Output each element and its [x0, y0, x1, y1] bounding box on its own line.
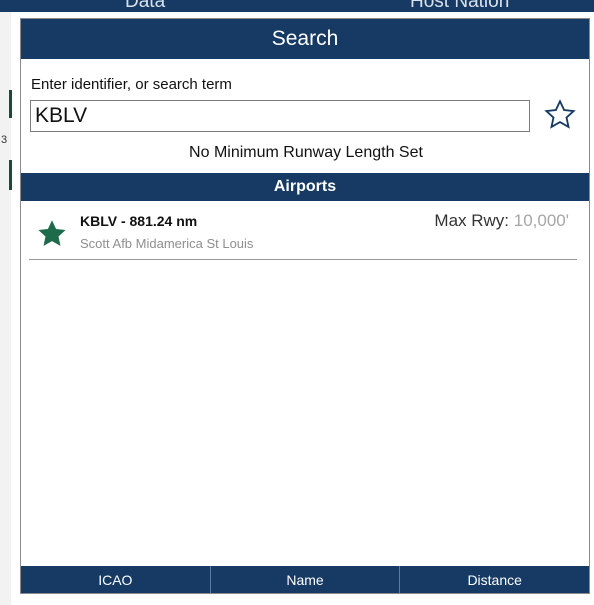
max-runway-value: 10,000': [513, 211, 569, 230]
star-outline-icon: [544, 99, 576, 129]
background-left-text: 3: [1, 134, 8, 146]
airport-result-row[interactable]: KBLV - 881.24 nm Scott Afb Midamerica St…: [29, 205, 577, 260]
sort-tab-bar: ICAO Name Distance: [21, 566, 589, 593]
airport-name: Scott Afb Midamerica St Louis: [80, 236, 254, 251]
background-left-marker: [9, 90, 12, 118]
background-header: Data Host Nation: [0, 0, 594, 12]
airport-title: KBLV - 881.24 nm: [80, 213, 198, 229]
airports-section-header: Airports: [21, 173, 589, 201]
favorite-airport-icon: [35, 217, 69, 256]
dialog-title: Search: [21, 19, 589, 59]
sort-tab-distance[interactable]: Distance: [400, 566, 589, 593]
favorite-toggle-button[interactable]: [542, 97, 578, 133]
search-dialog: Search Enter identifier, or search term …: [20, 18, 590, 594]
sort-tab-name[interactable]: Name: [211, 566, 401, 593]
background-left-marker: [9, 160, 12, 190]
max-runway: Max Rwy: 10,000': [434, 211, 569, 231]
search-input[interactable]: [30, 100, 530, 132]
background-header-left: Data: [125, 0, 166, 12]
search-label: Enter identifier, or search term: [31, 76, 232, 93]
star-filled-icon: [38, 220, 66, 246]
max-runway-label: Max Rwy:: [434, 211, 514, 230]
runway-length-note: No Minimum Runway Length Set: [189, 144, 423, 161]
sort-tab-icao[interactable]: ICAO: [21, 566, 211, 593]
background-header-right: Host Nation: [410, 0, 510, 12]
